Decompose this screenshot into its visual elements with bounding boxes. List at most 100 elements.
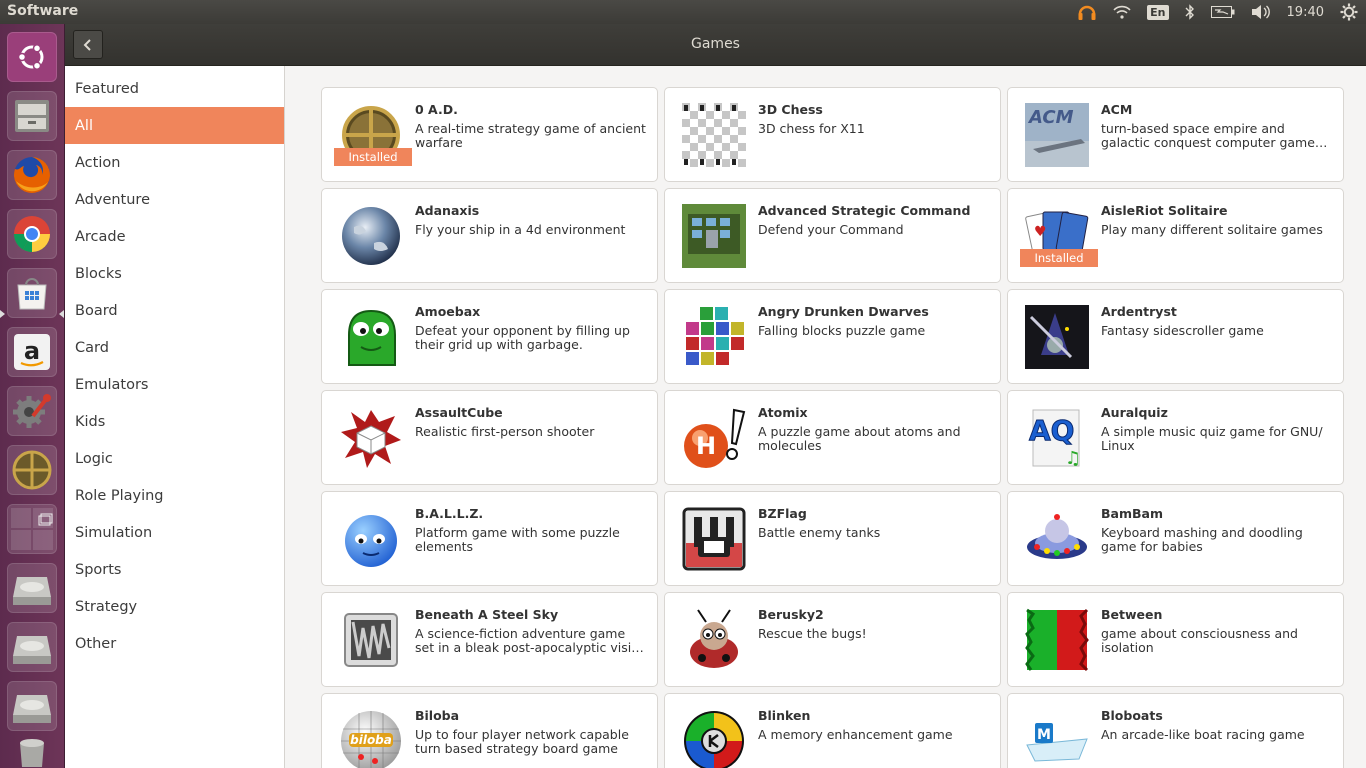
running-indicator	[0, 310, 5, 318]
clock[interactable]: 19:40	[1287, 0, 1324, 24]
app-name: Beneath A Steel Sky	[415, 607, 559, 622]
amazon-icon[interactable]: a	[7, 327, 57, 377]
drive-icon[interactable]	[7, 622, 57, 672]
svg-text:♥: ♥	[1034, 224, 1047, 240]
app-card[interactable]: biloba Biloba Up to four player network ca…	[321, 693, 658, 768]
sidebar-item-simulation[interactable]: Simulation	[65, 514, 284, 551]
app-card[interactable]: ACM ACM turn-based space empire and galact…	[1007, 87, 1344, 182]
zero-ad-icon[interactable]	[7, 445, 57, 495]
bluetooth-icon[interactable]	[1185, 0, 1195, 24]
keyboard-layout-indicator[interactable]: En	[1147, 0, 1169, 24]
category-sidebar: Featured All Action Adventure Arcade Blocks Bo…	[65, 66, 285, 768]
app-grid: Installed 0 A.D. A real-time strategy game…	[286, 66, 1366, 768]
gear-icon[interactable]	[1340, 0, 1358, 24]
sidebar-item-adventure[interactable]: Adventure	[65, 181, 284, 218]
app-card[interactable]: BZFlag Battle enemy tanks	[664, 491, 1001, 586]
app-card[interactable]: Beneath A Steel Sky A science-fiction adv…	[321, 592, 658, 687]
sidebar-item-emulators[interactable]: Emulators	[65, 366, 284, 403]
app-description: Keyboard mashing and doodling game for b…	[1101, 526, 1303, 554]
sidebar-item-role-playing[interactable]: Role Playing	[65, 477, 284, 514]
app-description: Platform game with some puzzle elements	[415, 526, 620, 554]
sidebar-item-logic[interactable]: Logic	[65, 440, 284, 477]
app-card[interactable]: Amoebax Defeat your opponent by filling u…	[321, 289, 658, 384]
header-bar: Games	[65, 24, 1366, 66]
blinken-icon	[681, 708, 747, 768]
app-description: turn-based space empire and galactic con…	[1101, 122, 1315, 150]
svg-text:ACM: ACM	[1027, 107, 1074, 128]
battery-icon[interactable]	[1210, 0, 1235, 24]
app-name: Angry Drunken Dwarves	[758, 304, 929, 319]
app-card[interactable]: M Bloboats An arcade-like boat racing game	[1007, 693, 1344, 768]
app-card[interactable]: Adanaxis Fly your ship in a 4d environmen…	[321, 188, 658, 283]
between-icon	[1024, 607, 1090, 673]
top-panel: Software En 19:40	[0, 0, 1366, 24]
app-name: Advanced Strategic Command	[758, 203, 971, 218]
app-name: 3D Chess	[758, 102, 823, 117]
sidebar-item-all[interactable]: All	[65, 107, 284, 144]
amoeba-icon	[338, 304, 404, 370]
app-card[interactable]: Advanced Strategic Command Defend your Co…	[664, 188, 1001, 283]
sidebar-item-kids[interactable]: Kids	[65, 403, 284, 440]
drive-icon[interactable]	[7, 681, 57, 731]
sidebar-item-sports[interactable]: Sports	[65, 551, 284, 588]
app-card[interactable]: Between game about consciousness and isol…	[1007, 592, 1344, 687]
sidebar-item-board[interactable]: Board	[65, 292, 284, 329]
app-card[interactable]: Blinken A memory enhancement game	[664, 693, 1001, 768]
app-card[interactable]: Ardentryst Fantasy sidescroller game	[1007, 289, 1344, 384]
chrome-icon[interactable]	[7, 209, 57, 259]
app-description: Battle enemy tanks	[758, 526, 881, 540]
wifi-icon[interactable]	[1113, 0, 1131, 24]
sidebar-item-action[interactable]: Action	[65, 144, 284, 181]
svg-text:AQ: AQ	[1029, 414, 1074, 447]
svg-text:a: a	[24, 337, 40, 365]
atom-icon: H	[681, 405, 747, 471]
software-center-icon[interactable]	[7, 268, 57, 318]
system-settings-icon[interactable]	[7, 386, 57, 436]
keyboard-layout-label: En	[1147, 4, 1169, 20]
wizard-icon	[1024, 304, 1090, 370]
ubuntu-dash-icon[interactable]	[7, 32, 57, 82]
app-card[interactable]: B.A.L.L.Z. Platform game with some puzzle…	[321, 491, 658, 586]
tank-icon	[681, 506, 747, 572]
bug-icon	[681, 607, 747, 673]
sidebar-item-card[interactable]: Card	[65, 329, 284, 366]
drive-icon[interactable]	[7, 563, 57, 613]
app-card[interactable]: AssaultCube Realistic first-person shoote…	[321, 390, 658, 485]
svg-text:biloba: biloba	[350, 733, 392, 747]
app-card[interactable]: Installed 0 A.D. A real-time strategy game…	[321, 87, 658, 182]
app-name: BZFlag	[758, 506, 807, 521]
app-description: Play many different solitaire games	[1101, 223, 1323, 237]
sidebar-item-featured[interactable]: Featured	[65, 70, 284, 107]
indicator-area: En 19:40	[1069, 0, 1366, 24]
app-description: Up to four player network capable turn b…	[415, 728, 629, 756]
headphones-icon[interactable]	[1077, 0, 1097, 24]
app-card[interactable]: ♥ Installed AisleRiot Solitaire Play many d…	[1007, 188, 1344, 283]
app-card[interactable]: 3D Chess 3D chess for X11	[664, 87, 1001, 182]
app-name: Ardentryst	[1101, 304, 1177, 319]
app-card[interactable]: Berusky2 Rescue the bugs!	[664, 592, 1001, 687]
app-name: Bloboats	[1101, 708, 1163, 723]
app-name: AssaultCube	[415, 405, 503, 420]
sidebar-item-strategy[interactable]: Strategy	[65, 588, 284, 625]
app-description: Falling blocks puzzle game	[758, 324, 926, 338]
app-description: 3D chess for X11	[758, 122, 865, 136]
file-manager-icon[interactable]	[7, 91, 57, 141]
workspace-switcher-icon[interactable]	[7, 504, 57, 554]
sidebar-item-blocks[interactable]: Blocks	[65, 255, 284, 292]
firefox-icon[interactable]	[7, 150, 57, 200]
app-description: A science-fiction adventure game set in …	[415, 627, 647, 655]
volume-icon[interactable]	[1251, 0, 1271, 24]
app-card[interactable]: BamBam Keyboard mashing and doodling game…	[1007, 491, 1344, 586]
sidebar-item-other[interactable]: Other	[65, 625, 284, 662]
app-card[interactable]: Angry Drunken Dwarves Falling blocks puzz…	[664, 289, 1001, 384]
app-card[interactable]: H Atomix A puzzle game about atoms and mol…	[664, 390, 1001, 485]
app-name: AisleRiot Solitaire	[1101, 203, 1228, 218]
trash-icon[interactable]	[7, 736, 57, 768]
app-description: game about consciousness and isolation	[1101, 627, 1298, 655]
blue-ball-icon	[338, 506, 404, 572]
app-card[interactable]: AQ ♫ Auralquiz A simple music quiz game for…	[1007, 390, 1344, 485]
app-name: Atomix	[758, 405, 808, 420]
app-name: 0 A.D.	[415, 102, 458, 117]
sidebar-item-arcade[interactable]: Arcade	[65, 218, 284, 255]
app-description: An arcade-like boat racing game	[1101, 728, 1305, 742]
